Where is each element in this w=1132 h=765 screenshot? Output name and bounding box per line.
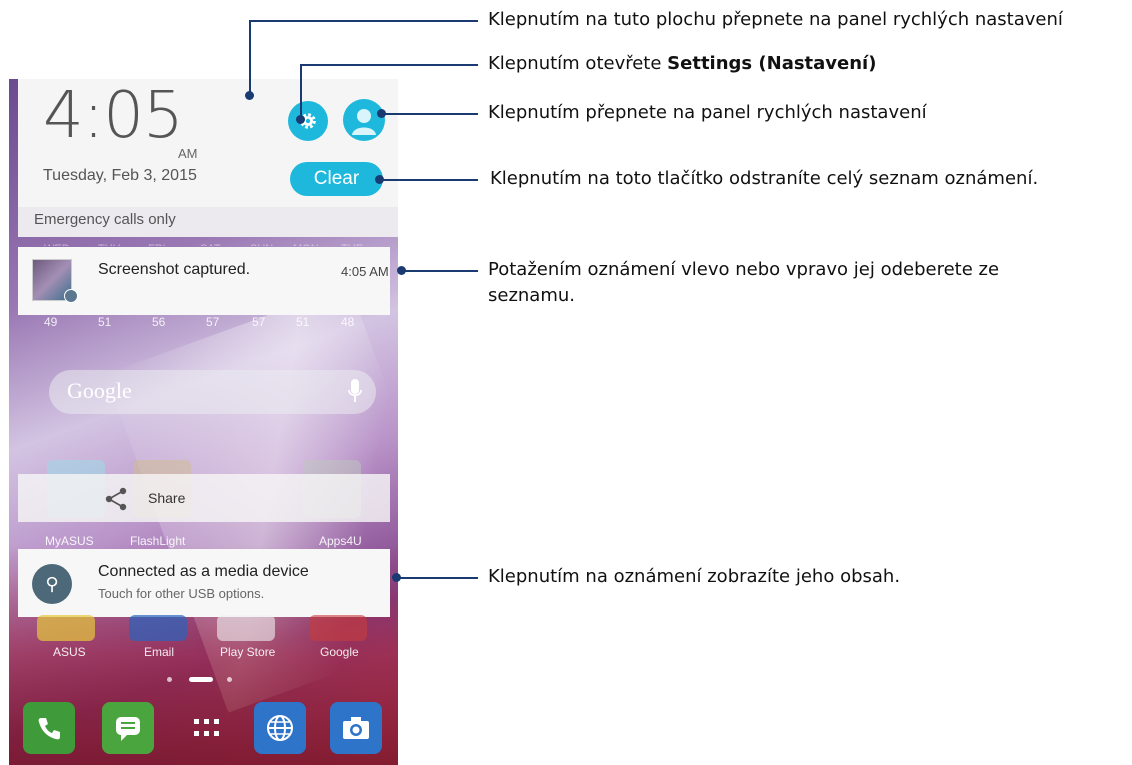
google-search-bar[interactable]: Google — [49, 370, 376, 414]
callout-settings: Klepnutím otevřete Settings (Nastavení) — [488, 53, 876, 74]
usb-notification[interactable]: ⚲ Connected as a media device Touch for … — [18, 549, 390, 617]
gallery-badge-icon — [64, 289, 78, 303]
emergency-status: Emergency calls only — [18, 207, 398, 237]
phone-icon — [38, 718, 60, 740]
app-label: FlashLight — [130, 534, 186, 548]
asus-folder-icon[interactable] — [37, 615, 95, 641]
temp-value: 51 — [98, 315, 112, 329]
messaging-app-icon[interactable] — [102, 702, 154, 754]
email-app-icon[interactable] — [129, 615, 187, 641]
notification-subtitle: Touch for other USB options. — [98, 586, 265, 601]
weekday-strip: WED THU FRI SAT SUN MON TUE — [18, 236, 398, 246]
callout-line — [300, 64, 478, 66]
temp-value: 51 — [296, 315, 310, 329]
app-label: Play Store — [220, 645, 276, 659]
play-store-app-icon[interactable] — [217, 615, 275, 641]
share-action-panel[interactable]: Share — [18, 474, 390, 522]
notification-header[interactable]: 4:05 AM Tuesday, Feb 3, 2015 Clear — [18, 79, 398, 209]
callout-clear: Klepnutím na toto tlačítko odstraníte ce… — [490, 168, 1039, 189]
settings-button[interactable] — [288, 101, 328, 141]
google-folder-icon[interactable] — [309, 615, 367, 641]
usb-icon: ⚲ — [32, 564, 72, 604]
camera-icon — [343, 717, 369, 739]
svg-text:FRI: FRI — [148, 243, 166, 246]
callout-line — [300, 64, 302, 119]
callout-line — [379, 179, 478, 181]
callout-swipe-line2: seznamu. — [488, 285, 576, 306]
share-icon — [105, 487, 127, 511]
camera-app-icon[interactable] — [330, 702, 382, 754]
notification-title: Screenshot captured. — [98, 261, 251, 278]
callout-line — [396, 577, 478, 579]
message-icon — [116, 717, 140, 741]
svg-text:MON: MON — [293, 243, 319, 246]
notification-title: Connected as a media device — [98, 563, 309, 580]
svg-text:SUN: SUN — [250, 243, 273, 246]
app-label: Email — [144, 645, 175, 659]
mic-icon[interactable] — [348, 379, 362, 403]
phone-app-icon[interactable] — [23, 702, 75, 754]
clock-ampm: AM — [178, 146, 198, 161]
apps-grid-icon — [194, 719, 219, 736]
clock-date: Tuesday, Feb 3, 2015 — [43, 167, 197, 184]
app-drawer-button[interactable] — [181, 702, 233, 754]
callout-line — [249, 20, 251, 95]
callout-settings-prefix: Klepnutím otevřete — [488, 53, 668, 74]
google-logo: Google — [67, 378, 132, 403]
app-label: MyASUS — [45, 534, 94, 548]
profile-button[interactable] — [343, 99, 385, 141]
callout-quick-settings-area: Klepnutím na tuto plochu přepnete na pan… — [488, 9, 1063, 30]
temp-value: 48 — [341, 315, 355, 329]
temp-value: 57 — [206, 315, 220, 329]
svg-text:THU: THU — [98, 243, 121, 246]
temp-value: 57 — [252, 315, 266, 329]
temp-value: 56 — [152, 315, 166, 329]
notification-time: 4:05 AM — [341, 264, 389, 279]
app-label: Apps4U — [319, 534, 362, 548]
page-indicator — [167, 676, 237, 682]
clock-time: 4:05 — [43, 79, 184, 153]
callout-swipe-line1: Potažením oznámení vlevo nebo vpravo jej… — [488, 259, 1000, 280]
callout-line — [401, 270, 478, 272]
svg-text:TUE: TUE — [341, 243, 363, 246]
svg-text:SAT: SAT — [200, 243, 221, 246]
phone-screen: 4:05 AM Tuesday, Feb 3, 2015 Clear Emerg… — [9, 79, 398, 765]
callout-line — [381, 113, 478, 115]
callout-tap-notification: Klepnutím na oznámení zobrazíte jeho obs… — [488, 566, 901, 587]
weather-temps: 49 51 56 57 57 51 48 — [18, 315, 398, 329]
avatar-icon — [352, 109, 376, 135]
svg-text:WED: WED — [44, 243, 70, 246]
share-label: Share — [148, 490, 186, 506]
callout-line — [249, 20, 478, 22]
clear-button[interactable]: Clear — [290, 162, 383, 196]
app-label: ASUS — [53, 645, 86, 659]
browser-app-icon[interactable] — [254, 702, 306, 754]
temp-value: 49 — [44, 315, 58, 329]
app-label: Google — [320, 645, 359, 659]
callout-profile: Klepnutím přepnete na panel rychlých nas… — [488, 102, 927, 123]
screenshot-notification[interactable]: Screenshot captured. 4:05 AM — [18, 247, 390, 315]
callout-settings-bold: Settings (Nastavení) — [667, 53, 877, 74]
globe-icon — [267, 715, 293, 741]
weekday-marks: WED THU FRI SAT SUN MON TUE — [44, 243, 363, 246]
